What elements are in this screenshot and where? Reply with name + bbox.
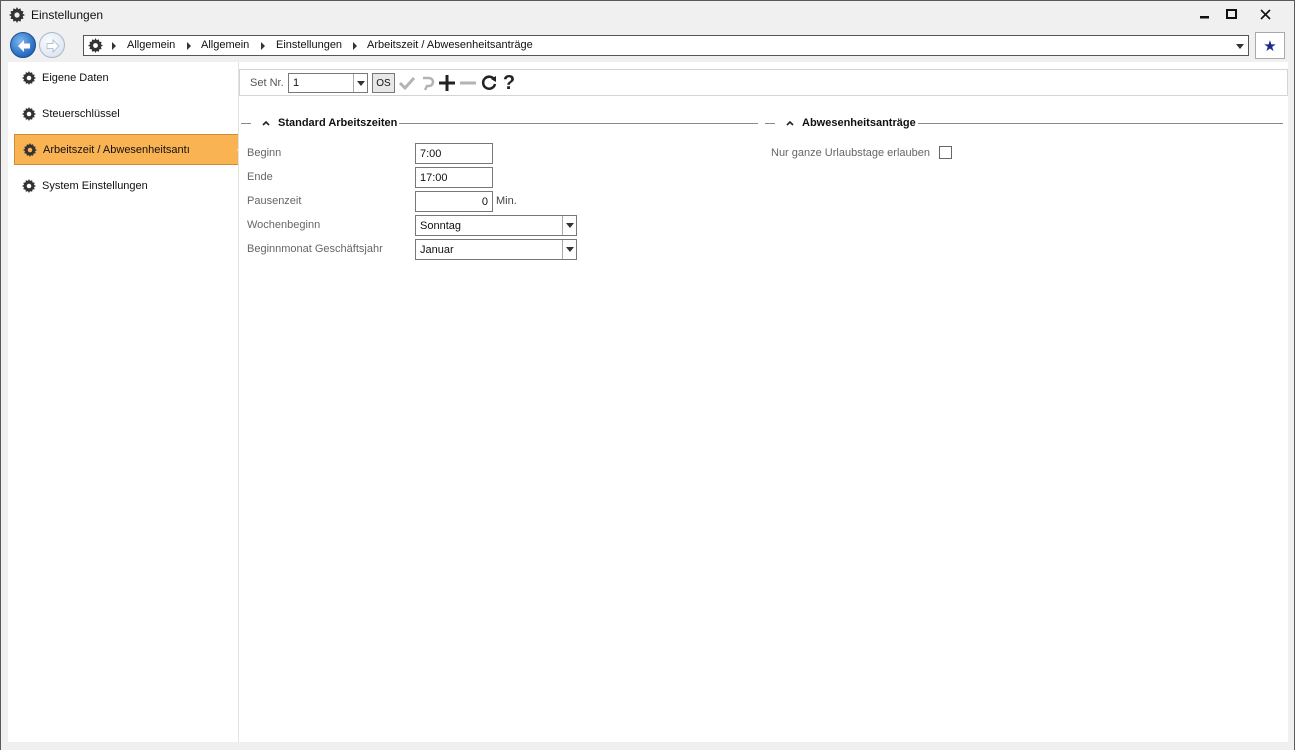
check-icon[interactable] xyxy=(397,73,417,93)
section-header-absence[interactable]: Abwesenheitsanträge xyxy=(763,115,1283,131)
divider xyxy=(765,123,775,124)
sidebar-item-label: Steuerschlüssel xyxy=(42,107,120,120)
breadcrumb-item[interactable]: Allgemein xyxy=(201,39,249,51)
chevron-right-icon xyxy=(187,42,191,50)
pausenzeit-unit: Min. xyxy=(496,195,517,207)
gear-icon xyxy=(22,70,36,85)
divider xyxy=(918,123,1283,124)
gear-icon xyxy=(23,142,37,157)
chevron-up-icon[interactable] xyxy=(786,120,794,126)
urlaub-label: Nur ganze Urlaubstage erlauben xyxy=(771,147,930,159)
wochenbeginn-label: Wochenbeginn xyxy=(247,219,321,231)
set-select[interactable]: 1 xyxy=(288,73,368,93)
wochenbeginn-value: Sonntag xyxy=(420,220,461,232)
beginnmonat-value: Januar xyxy=(420,244,454,256)
sidebar-item-label: Arbeitszeit / Abwesenheitsantı xyxy=(43,143,190,156)
chevron-down-icon[interactable] xyxy=(1236,44,1244,49)
beginn-value: 7:00 xyxy=(420,148,442,160)
beginn-label: Beginn xyxy=(247,147,282,159)
sidebar-item-eigene-daten[interactable]: Eigene Daten xyxy=(14,62,239,93)
minimize-icon xyxy=(1200,16,1209,19)
sidebar-item-system-einstellungen[interactable]: System Einstellungen xyxy=(14,170,239,201)
refresh-icon[interactable] xyxy=(479,73,499,93)
plus-icon[interactable] xyxy=(437,73,457,93)
sidebar-item-label: System Einstellungen xyxy=(42,179,148,192)
chevron-up-icon[interactable] xyxy=(262,120,270,126)
minus-icon[interactable] xyxy=(458,73,478,93)
gear-icon xyxy=(9,7,25,23)
section-title: Standard Arbeitszeiten xyxy=(278,117,398,129)
ende-label: Ende xyxy=(247,171,273,183)
close-icon xyxy=(1259,8,1271,20)
back-button[interactable] xyxy=(10,32,36,58)
chevron-right-icon xyxy=(112,42,116,50)
set-value: 1 xyxy=(293,77,300,89)
wochenbeginn-select[interactable]: Sonntag xyxy=(415,215,577,236)
arrow-right-icon xyxy=(46,38,60,54)
os-button[interactable]: OS xyxy=(372,73,395,93)
beginnmonat-label: Beginnmonat Geschäftsjahr xyxy=(247,243,383,255)
window-title: Einstellungen xyxy=(31,8,104,22)
forward-button[interactable] xyxy=(39,32,65,58)
settings-window: Einstellungen Allgemein Allgemein Einste… xyxy=(0,0,1295,750)
ende-field[interactable]: 17:00 xyxy=(415,167,493,188)
beginn-field[interactable]: 7:00 xyxy=(415,143,493,164)
undo-icon[interactable] xyxy=(417,73,437,93)
content-panel: Set Nr. 1 OS ? Standard Arbeitszeiten Be… xyxy=(239,62,1288,742)
chevron-right-icon xyxy=(353,42,357,50)
beginnmonat-select[interactable]: Januar xyxy=(415,239,577,260)
favorite-button[interactable]: ★ xyxy=(1255,32,1285,59)
pausenzeit-label: Pausenzeit xyxy=(247,195,302,207)
close-button[interactable] xyxy=(1249,3,1281,25)
window-bottom-edge xyxy=(1,742,1294,750)
pausenzeit-field[interactable]: 0 xyxy=(415,191,493,212)
arrow-left-icon xyxy=(18,40,30,52)
section-header-standard[interactable]: Standard Arbeitszeiten xyxy=(239,115,758,131)
pausenzeit-value: 0 xyxy=(481,196,488,208)
sidebar: Eigene Daten Steuerschlüssel Arbeitszeit… xyxy=(8,62,244,742)
chevron-down-icon[interactable] xyxy=(562,216,576,235)
toolbar: Set Nr. 1 OS ? xyxy=(239,69,1288,96)
chevron-right-icon xyxy=(261,42,265,50)
gear-icon xyxy=(88,38,103,53)
urlaub-checkbox[interactable] xyxy=(939,146,952,159)
help-icon[interactable]: ? xyxy=(499,72,519,94)
breadcrumb-item[interactable]: Arbeitszeit / Abwesenheitsanträge xyxy=(367,39,533,51)
set-label: Set Nr. xyxy=(250,77,284,89)
chevron-down-icon[interactable] xyxy=(353,74,367,92)
section-title: Abwesenheitsanträge xyxy=(802,117,916,129)
gear-icon xyxy=(22,178,36,193)
ende-value: 17:00 xyxy=(420,172,448,184)
maximize-icon xyxy=(1225,8,1237,19)
sidebar-item-label: Eigene Daten xyxy=(42,71,109,84)
chevron-down-icon[interactable] xyxy=(562,240,576,259)
sidebar-item-arbeitszeit[interactable]: Arbeitszeit / Abwesenheitsantı xyxy=(14,134,244,165)
breadcrumb[interactable]: Allgemein Allgemein Einstellungen Arbeit… xyxy=(83,35,1249,56)
title-bar: Einstellungen xyxy=(1,1,1294,29)
sidebar-item-steuerschluessel[interactable]: Steuerschlüssel xyxy=(14,98,239,129)
navigation-bar: Allgemein Allgemein Einstellungen Arbeit… xyxy=(1,29,1294,61)
breadcrumb-item[interactable]: Einstellungen xyxy=(276,39,342,51)
breadcrumb-item[interactable]: Allgemein xyxy=(127,39,175,51)
gear-icon xyxy=(22,106,36,121)
divider xyxy=(241,123,251,124)
divider xyxy=(399,123,758,124)
star-icon: ★ xyxy=(1263,37,1277,55)
maximize-button[interactable] xyxy=(1215,3,1247,25)
